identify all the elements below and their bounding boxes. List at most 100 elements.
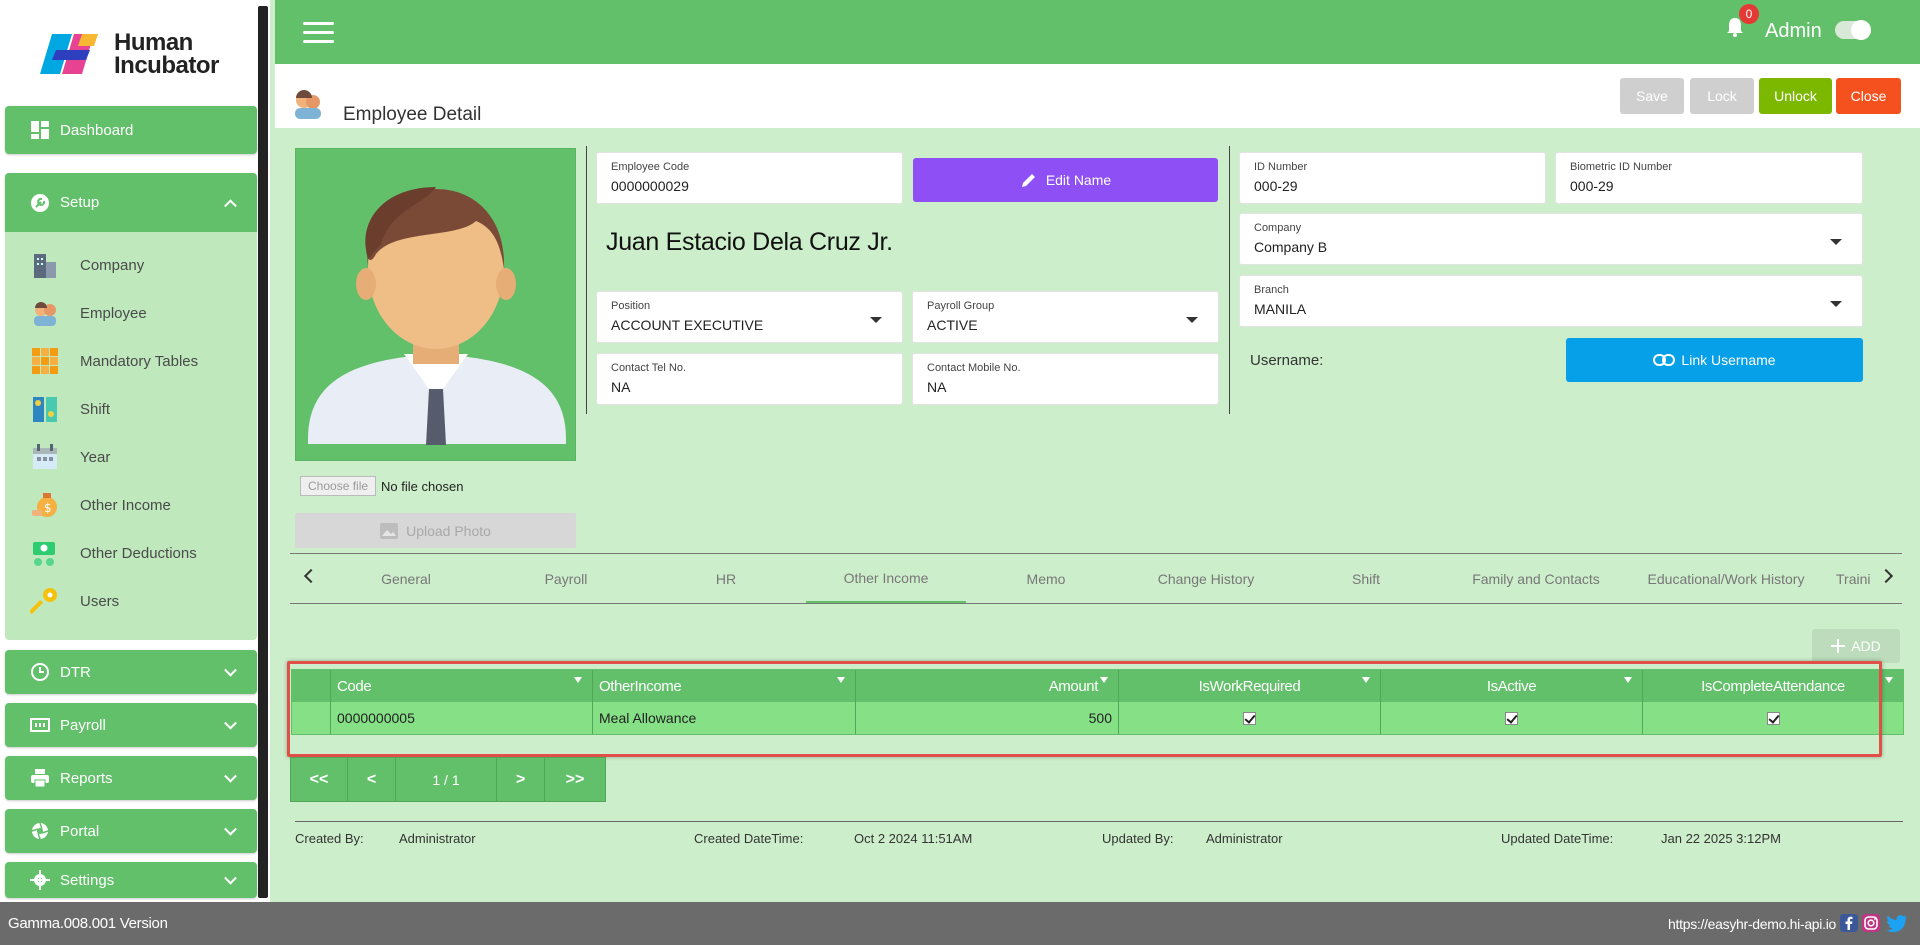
- prev-page-button[interactable]: <: [348, 758, 396, 801]
- deductions-icon: [33, 542, 55, 566]
- contact-tel-field[interactable]: Contact Tel No. NA: [596, 353, 903, 405]
- tab-educational-work-history[interactable]: Educational/Work History: [1626, 554, 1826, 603]
- page-info: 1 / 1: [396, 758, 497, 801]
- filter-icon[interactable]: [1885, 677, 1893, 683]
- filter-icon[interactable]: [574, 677, 582, 683]
- checkbox-checked[interactable]: [1505, 711, 1518, 725]
- sidebar-item-mandatory-tables[interactable]: Mandatory Tables: [30, 344, 198, 378]
- link-icon: [1653, 354, 1676, 366]
- last-page-button[interactable]: >>: [545, 758, 605, 801]
- nav-reports[interactable]: Reports: [5, 756, 257, 800]
- unlock-button[interactable]: Unlock: [1759, 78, 1832, 114]
- tabs-prev-icon[interactable]: [303, 568, 319, 584]
- filter-icon[interactable]: [1624, 677, 1632, 683]
- tab-family-contacts[interactable]: Family and Contacts: [1446, 554, 1626, 603]
- choose-file-button[interactable]: Choose file: [300, 476, 377, 496]
- cell-is-work-required: [1119, 702, 1381, 734]
- id-number-field[interactable]: ID Number 000-29: [1239, 152, 1546, 204]
- payroll-group-select[interactable]: Payroll Group ACTIVE: [912, 291, 1219, 343]
- employee-code-field[interactable]: Employee Code 0000000029: [596, 152, 903, 204]
- column-header-label: Code: [337, 677, 372, 695]
- nav-settings[interactable]: Settings: [5, 862, 257, 898]
- row-selector[interactable]: [292, 702, 331, 734]
- file-chooser[interactable]: Choose file No file chosen: [300, 476, 463, 496]
- sidebar-item-label: Employee: [80, 304, 147, 322]
- instagram-icon[interactable]: [1862, 914, 1880, 932]
- branch-select[interactable]: Branch MANILA: [1239, 275, 1863, 327]
- tab-training[interactable]: Traini: [1836, 554, 1886, 603]
- close-button[interactable]: Close: [1836, 78, 1901, 114]
- sidebar-item-label: Year: [80, 448, 111, 466]
- lock-button[interactable]: Lock: [1690, 78, 1754, 114]
- facebook-icon[interactable]: [1840, 914, 1858, 932]
- brand-logo[interactable]: Human Incubator: [38, 28, 219, 80]
- twitter-icon[interactable]: [1885, 914, 1909, 932]
- nav-dashboard-label: Dashboard: [60, 121, 134, 139]
- chevron-down-icon: [224, 716, 237, 730]
- tab-memo[interactable]: Memo: [986, 554, 1106, 603]
- column-header-amount[interactable]: Amount: [856, 670, 1119, 702]
- tab-general[interactable]: General: [346, 554, 466, 603]
- filter-icon[interactable]: [1362, 677, 1370, 683]
- checkbox-checked[interactable]: [1243, 711, 1256, 725]
- save-button[interactable]: Save: [1620, 78, 1684, 114]
- nav-payroll[interactable]: Payroll: [5, 703, 257, 747]
- sidebar-item-users[interactable]: Users: [30, 584, 119, 618]
- field-label: Contact Mobile No.: [927, 362, 1021, 374]
- nav-portal[interactable]: Portal: [5, 809, 257, 853]
- tab-payroll[interactable]: Payroll: [506, 554, 626, 603]
- employee-icon: [34, 302, 56, 326]
- column-header-is-complete-attendance[interactable]: IsCompleteAttendance: [1643, 670, 1903, 702]
- column-header-is-active[interactable]: IsActive: [1381, 670, 1643, 702]
- detail-tabs: General Payroll HR Other Income Memo Cha…: [290, 553, 1902, 604]
- sidebar-scrollbar[interactable]: [258, 6, 268, 898]
- tab-other-income[interactable]: Other Income: [806, 554, 966, 603]
- checkbox-checked[interactable]: [1766, 711, 1780, 725]
- employee-photo: [295, 148, 576, 461]
- edit-name-button[interactable]: Edit Name: [913, 158, 1218, 202]
- contact-mobile-field[interactable]: Contact Mobile No. NA: [912, 353, 1219, 405]
- column-header-is-work-required[interactable]: IsWorkRequired: [1119, 670, 1381, 702]
- field-value: NA: [611, 379, 631, 395]
- company-select[interactable]: Company Company B: [1239, 213, 1863, 265]
- employee-full-name: Juan Estacio Dela Cruz Jr.: [606, 228, 893, 256]
- column-header-other-income[interactable]: OtherIncome: [593, 670, 856, 702]
- building-icon: [34, 254, 56, 278]
- column-header-code[interactable]: Code: [331, 670, 593, 702]
- sidebar-item-company[interactable]: Company: [30, 248, 144, 282]
- add-button[interactable]: ADD: [1812, 629, 1900, 663]
- field-value: Company B: [1254, 239, 1328, 255]
- sidebar-item-year[interactable]: Year: [30, 440, 110, 474]
- site-url[interactable]: https://easyhr-demo.hi-api.io: [1668, 916, 1836, 932]
- tab-change-history[interactable]: Change History: [1126, 554, 1286, 603]
- menu-toggle-icon[interactable]: [303, 22, 334, 44]
- link-username-button[interactable]: Link Username: [1566, 338, 1863, 382]
- sidebar-item-shift[interactable]: Shift: [30, 392, 110, 426]
- user-name[interactable]: Admin: [1765, 20, 1822, 43]
- username-label: Username:: [1250, 352, 1324, 369]
- filter-icon[interactable]: [837, 677, 845, 683]
- next-page-button[interactable]: >: [497, 758, 545, 801]
- biometric-id-field[interactable]: Biometric ID Number 000-29: [1555, 152, 1863, 204]
- tab-hr[interactable]: HR: [666, 554, 786, 603]
- sidebar-item-other-income[interactable]: $ Other Income: [30, 488, 171, 522]
- upload-photo-button[interactable]: Upload Photo: [295, 513, 576, 548]
- sidebar-item-employee[interactable]: Employee: [30, 296, 147, 330]
- nav-setup-label: Setup: [60, 194, 100, 211]
- nav-setup[interactable]: Setup: [5, 173, 257, 232]
- filter-icon[interactable]: [1100, 677, 1108, 683]
- nav-dashboard[interactable]: Dashboard: [5, 106, 257, 154]
- tab-shift[interactable]: Shift: [1306, 554, 1426, 603]
- column-header-label: Amount: [1048, 677, 1099, 695]
- sidebar-item-other-deductions[interactable]: Other Deductions: [30, 536, 197, 570]
- column-header-label: IsWorkRequired: [1198, 677, 1301, 695]
- first-page-button[interactable]: <<: [291, 758, 348, 801]
- theme-toggle[interactable]: [1835, 20, 1871, 40]
- position-select[interactable]: Position ACCOUNT EXECUTIVE: [596, 291, 903, 343]
- table-row[interactable]: 0000000005 Meal Allowance 500: [292, 702, 1903, 734]
- svg-text:$: $: [44, 501, 52, 515]
- app-version: Gamma.008.001 Version: [8, 915, 168, 932]
- divider: [1229, 146, 1230, 414]
- nav-dtr[interactable]: DTR: [5, 650, 257, 694]
- created-datetime-value: Oct 2 2024 11:51AM: [854, 831, 973, 846]
